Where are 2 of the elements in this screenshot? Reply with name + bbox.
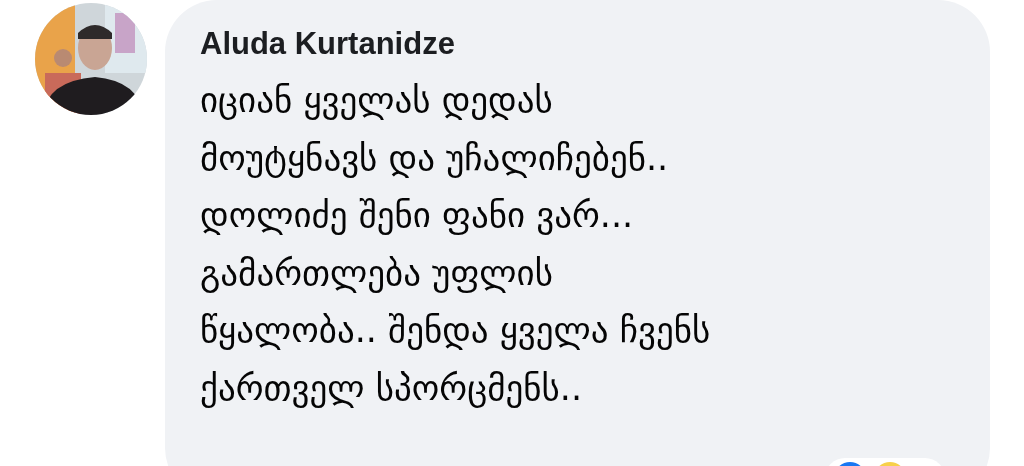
author-name[interactable]: Aluda Kurtanidze <box>200 26 455 62</box>
comment-text: იციან ყველას დედას მოუტყნავს და უჩალიჩებენ.. დოლიძე შენი ფანი ვარ... გამართლება უფლის წყალობა.. შენდა ყველა ჩვენს ქართველ სპორცმენს.. <box>200 79 711 410</box>
